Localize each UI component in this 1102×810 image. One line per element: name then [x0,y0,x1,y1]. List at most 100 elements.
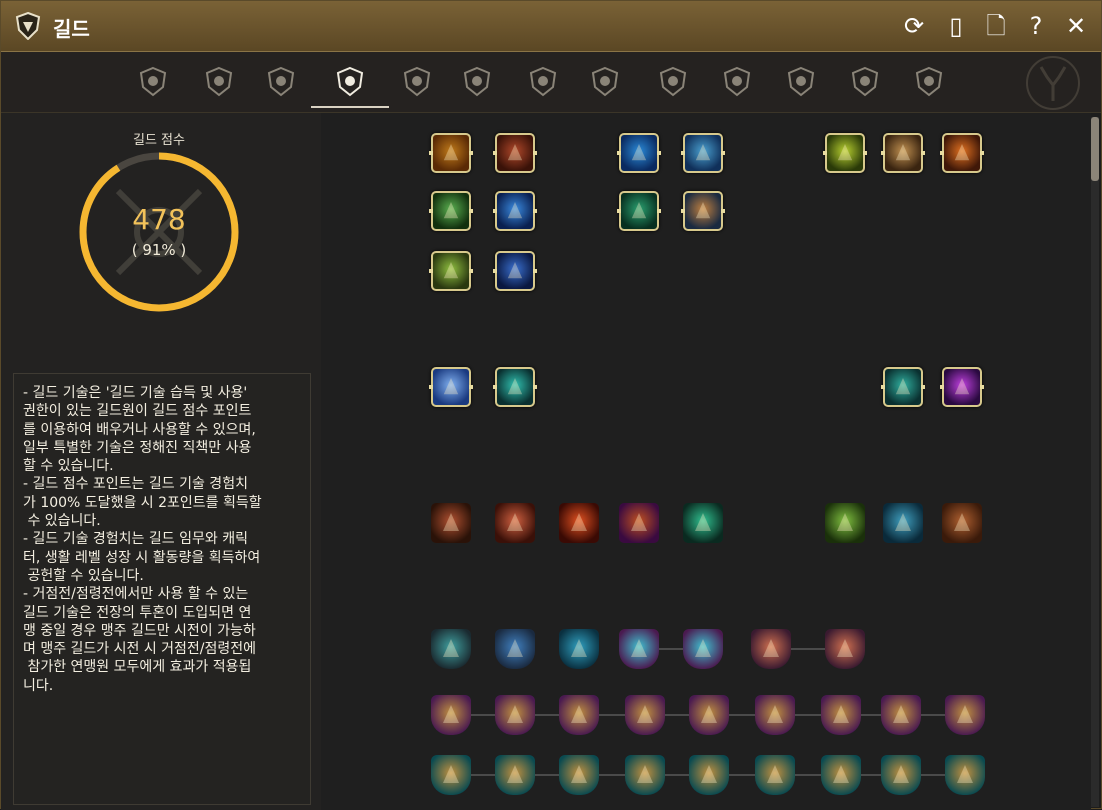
teal-chest-skill-icon[interactable] [755,755,795,795]
purple-chest-skill-icon[interactable] [495,695,535,735]
tab-guild-info[interactable] [129,56,177,106]
skill-connector [795,774,821,776]
scroll-thumb[interactable] [1091,117,1099,181]
purple-chest-skill-icon[interactable] [559,695,599,735]
skill-connector [659,648,683,650]
tab-guild-bell[interactable] [519,56,567,106]
tab-guild-fleur[interactable] [841,56,889,106]
feather-skill-icon[interactable] [881,133,925,173]
spirit-skill-icon[interactable] [493,191,537,231]
leaf-skill-icon[interactable] [825,503,865,543]
purple-chest-skill-icon[interactable] [945,695,985,735]
target-skill-icon[interactable] [617,191,661,231]
tab-guild-emblem[interactable] [713,56,761,106]
description-line: - 거점전/점령전에서만 사용 할 수 있는 [23,586,249,603]
fist-1-skill-icon[interactable] [751,629,791,669]
description-line: 일부 특별한 기술은 정해진 직책만 사용 [23,439,252,456]
tab-guild-mask[interactable] [905,56,953,106]
document-button[interactable]: 🗋 [981,11,1011,41]
wheel-skill-icon[interactable] [942,503,982,543]
guild-score-percent: ( 91% ) [131,241,187,259]
fist-2-skill-icon[interactable] [825,629,865,669]
teal-chest-skill-icon[interactable] [821,755,861,795]
help-button[interactable]: ? [1021,11,1051,41]
purple-chest-skill-icon[interactable] [881,695,921,735]
teal-chest-skill-icon[interactable] [625,755,665,795]
galleon-skill-icon[interactable] [681,191,725,231]
crystal-skill-icon[interactable] [940,367,984,407]
flame-skill-icon[interactable] [559,503,599,543]
skill-tree-area [321,113,1091,810]
strength-skill-icon[interactable] [429,191,473,231]
cannon-skill-icon[interactable] [431,629,471,669]
skill-connector [791,648,825,650]
description-line: 맹 중일 경우 맹주 길드만 시전이 가능하 [23,622,256,639]
water-beast-skill-icon[interactable] [883,503,923,543]
purple-chest-skill-icon[interactable] [431,695,471,735]
tab-guild-shield[interactable] [649,56,697,106]
description-line: 공헌할 수 있습니다. [23,567,144,584]
tab-guild-members[interactable] [195,56,243,106]
window-title: 길드 [53,17,90,41]
wing-skill-icon[interactable] [429,367,473,407]
score-panel: 길드 점수 478 ( 91% ) - 길드 기술은 '길드 기술 습득 및 사… [1,113,321,810]
description-line: 니다. [23,677,54,694]
tab-guild-skills[interactable] [311,56,389,108]
elephant-1-skill-icon[interactable] [619,629,659,669]
description-line: 터, 생활 레벨 성장 시 활동량을 획득하여 [23,549,261,566]
skill-connector [471,774,495,776]
description-line: - 길드 기술은 '길드 기술 습득 및 사용' [23,385,248,401]
wind-slash-skill-icon[interactable] [683,503,723,543]
guild-score-value: 478 [132,203,186,236]
teal-chest-skill-icon[interactable] [689,755,729,795]
armor-skill-icon[interactable] [493,251,537,291]
guild-emblem-icon [723,66,751,97]
refresh-button[interactable]: ⟳ [899,11,929,41]
claw-skill-icon[interactable] [429,251,473,291]
skill-connector [665,714,689,716]
aura-warrior-skill-icon[interactable] [493,367,537,407]
tab-guild-tower[interactable] [393,56,441,106]
skill-connector [599,774,625,776]
beast-rider-skill-icon[interactable] [559,629,599,669]
close-button[interactable]: ✕ [1061,11,1091,41]
description-line: - 길드 점수 포인트는 길드 기술 경험치 [23,476,248,493]
ship-sail-skill-icon[interactable] [617,133,661,173]
guild-contract-icon [787,66,815,97]
tab-guild-contract[interactable] [777,56,825,106]
purple-chest-skill-icon[interactable] [821,695,861,735]
tab-guild-notice[interactable] [453,56,501,106]
ship-fleet-skill-icon[interactable] [681,133,725,173]
guild-war-icon [591,66,619,97]
help-icon: ? [1029,12,1043,40]
guild-window: 길드 ⟳ ▯ 🗋? ✕ 길드 점수 478 (91%) - 길드 기술은 '… [0,0,1102,810]
fire-burst-skill-icon[interactable] [493,133,537,173]
teal-chest-skill-icon[interactable] [945,755,985,795]
repair-skill-icon[interactable] [495,629,535,669]
heal-cross-skill-icon[interactable] [823,133,867,173]
water-orb-skill-icon[interactable] [881,367,925,407]
vortex-skill-icon[interactable] [619,503,659,543]
tab-guild-war[interactable] [581,56,629,106]
teal-chest-skill-icon[interactable] [495,755,535,795]
teal-chest-skill-icon[interactable] [559,755,599,795]
grab-skill-icon[interactable] [431,503,471,543]
purple-chest-skill-icon[interactable] [689,695,729,735]
skill-connector [921,774,945,776]
elephant-2-skill-icon[interactable] [683,629,723,669]
flame-swirl-skill-icon[interactable] [940,133,984,173]
shield-buff-skill-icon[interactable] [429,133,473,173]
mobile-button[interactable]: ▯ [941,11,971,41]
teal-chest-skill-icon[interactable] [881,755,921,795]
skill-connector [861,714,881,716]
tab-guild-quest[interactable] [257,56,305,106]
teal-chest-skill-icon[interactable] [431,755,471,795]
mobile-icon: ▯ [949,12,963,40]
sword-slash-skill-icon[interactable] [495,503,535,543]
description-line: - 길드 기술 경험치는 길드 임무와 캐릭 [23,531,248,548]
guild-bell-icon [529,66,557,97]
purple-chest-skill-icon[interactable] [625,695,665,735]
scrollbar[interactable] [1091,117,1099,807]
purple-chest-skill-icon[interactable] [755,695,795,735]
description-line: 를 이용하여 배우거나 사용할 수 있으며, [23,421,256,438]
